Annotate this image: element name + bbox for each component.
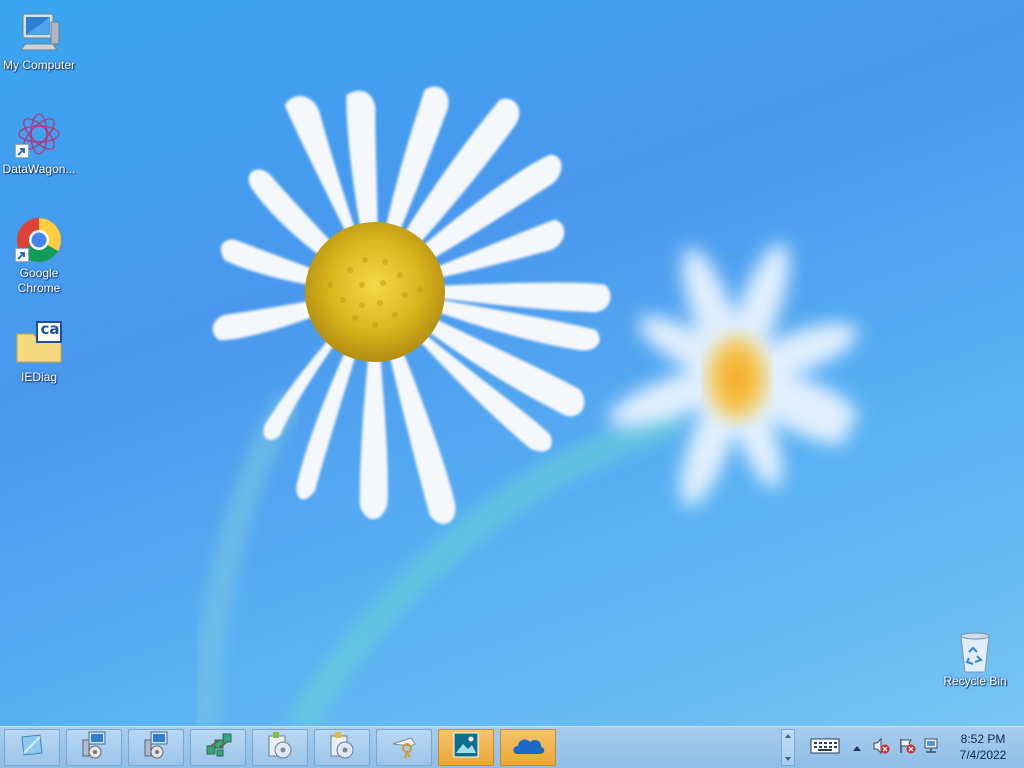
chrome-icon [15,216,63,264]
desktop-icon-label: DataWagon... [2,162,76,176]
taskbar-button-installer-2[interactable] [314,729,370,766]
taskbar-button-start-app[interactable] [4,729,60,766]
installer-2-icon [327,730,357,765]
keyboard-icon [810,737,840,760]
taskbar-clock[interactable]: 8:52 PM 7/4/2022 [948,731,1018,763]
taskbar-button-network[interactable] [190,729,246,766]
taskbar-button-remote-desktop[interactable] [66,729,122,766]
taskbar-scroll-button[interactable] [781,729,795,766]
photo-app-icon [452,731,480,764]
desktop[interactable]: My Computer DataWagon... Google Chrome c… [0,0,1024,768]
desktop-icon-datawagon[interactable]: DataWagon... [0,112,78,177]
desktop-icon-label: Recycle Bin [943,674,1007,688]
tray-volume[interactable] [870,727,892,768]
desktop-icon-label: My Computer [2,58,76,72]
action-center-flag-icon [898,737,916,760]
wallpaper [192,86,858,726]
desktop-icon-google-chrome[interactable]: Google Chrome [0,216,78,296]
iediag-icon: ca [15,320,63,368]
desktop-icon-label: Google Chrome [17,266,61,295]
desktop-icon-recycle-bin[interactable]: Recycle Bin [936,632,1014,689]
volume-muted-icon [872,737,890,760]
show-hidden-icons-icon [852,739,862,757]
my-computer-icon [15,8,63,56]
onedrive-icon [511,734,545,761]
tray-show-hidden[interactable] [850,727,864,768]
taskbar-button-onedrive[interactable] [500,729,556,766]
installer-icon [265,730,295,765]
taskbar-button-photo-app[interactable] [438,729,494,766]
remote-desktop-2-icon [141,730,171,765]
key-tool-icon [389,730,419,765]
clock-date: 7/4/2022 [959,748,1007,762]
desktop-icon-label: IEDiag [20,370,58,384]
recycle-bin-icon [955,632,995,673]
taskbar-button-remote-desktop-2[interactable] [128,729,184,766]
network-icon [203,730,233,765]
clock-time: 8:52 PM [960,732,1006,746]
taskbar: 8:52 PM 7/4/2022 [0,726,1024,768]
desktop-icon-my-computer[interactable]: My Computer [0,8,78,73]
iediag-badge: ca [40,320,60,338]
taskbar-button-installer[interactable] [252,729,308,766]
shortcut-arrow-icon [15,144,29,158]
tray-keyboard[interactable] [806,727,844,768]
taskbar-button-key-tool[interactable] [376,729,432,766]
remote-desktop-icon [79,730,109,765]
start-app-icon [18,731,46,764]
tray-action-center[interactable] [896,727,918,768]
network-status-icon [922,737,940,760]
tray-network[interactable] [920,727,942,768]
desktop-icon-iediag[interactable]: ca IEDiag [0,320,78,385]
datawagon-icon [15,112,63,160]
shortcut-arrow-icon [15,248,29,262]
